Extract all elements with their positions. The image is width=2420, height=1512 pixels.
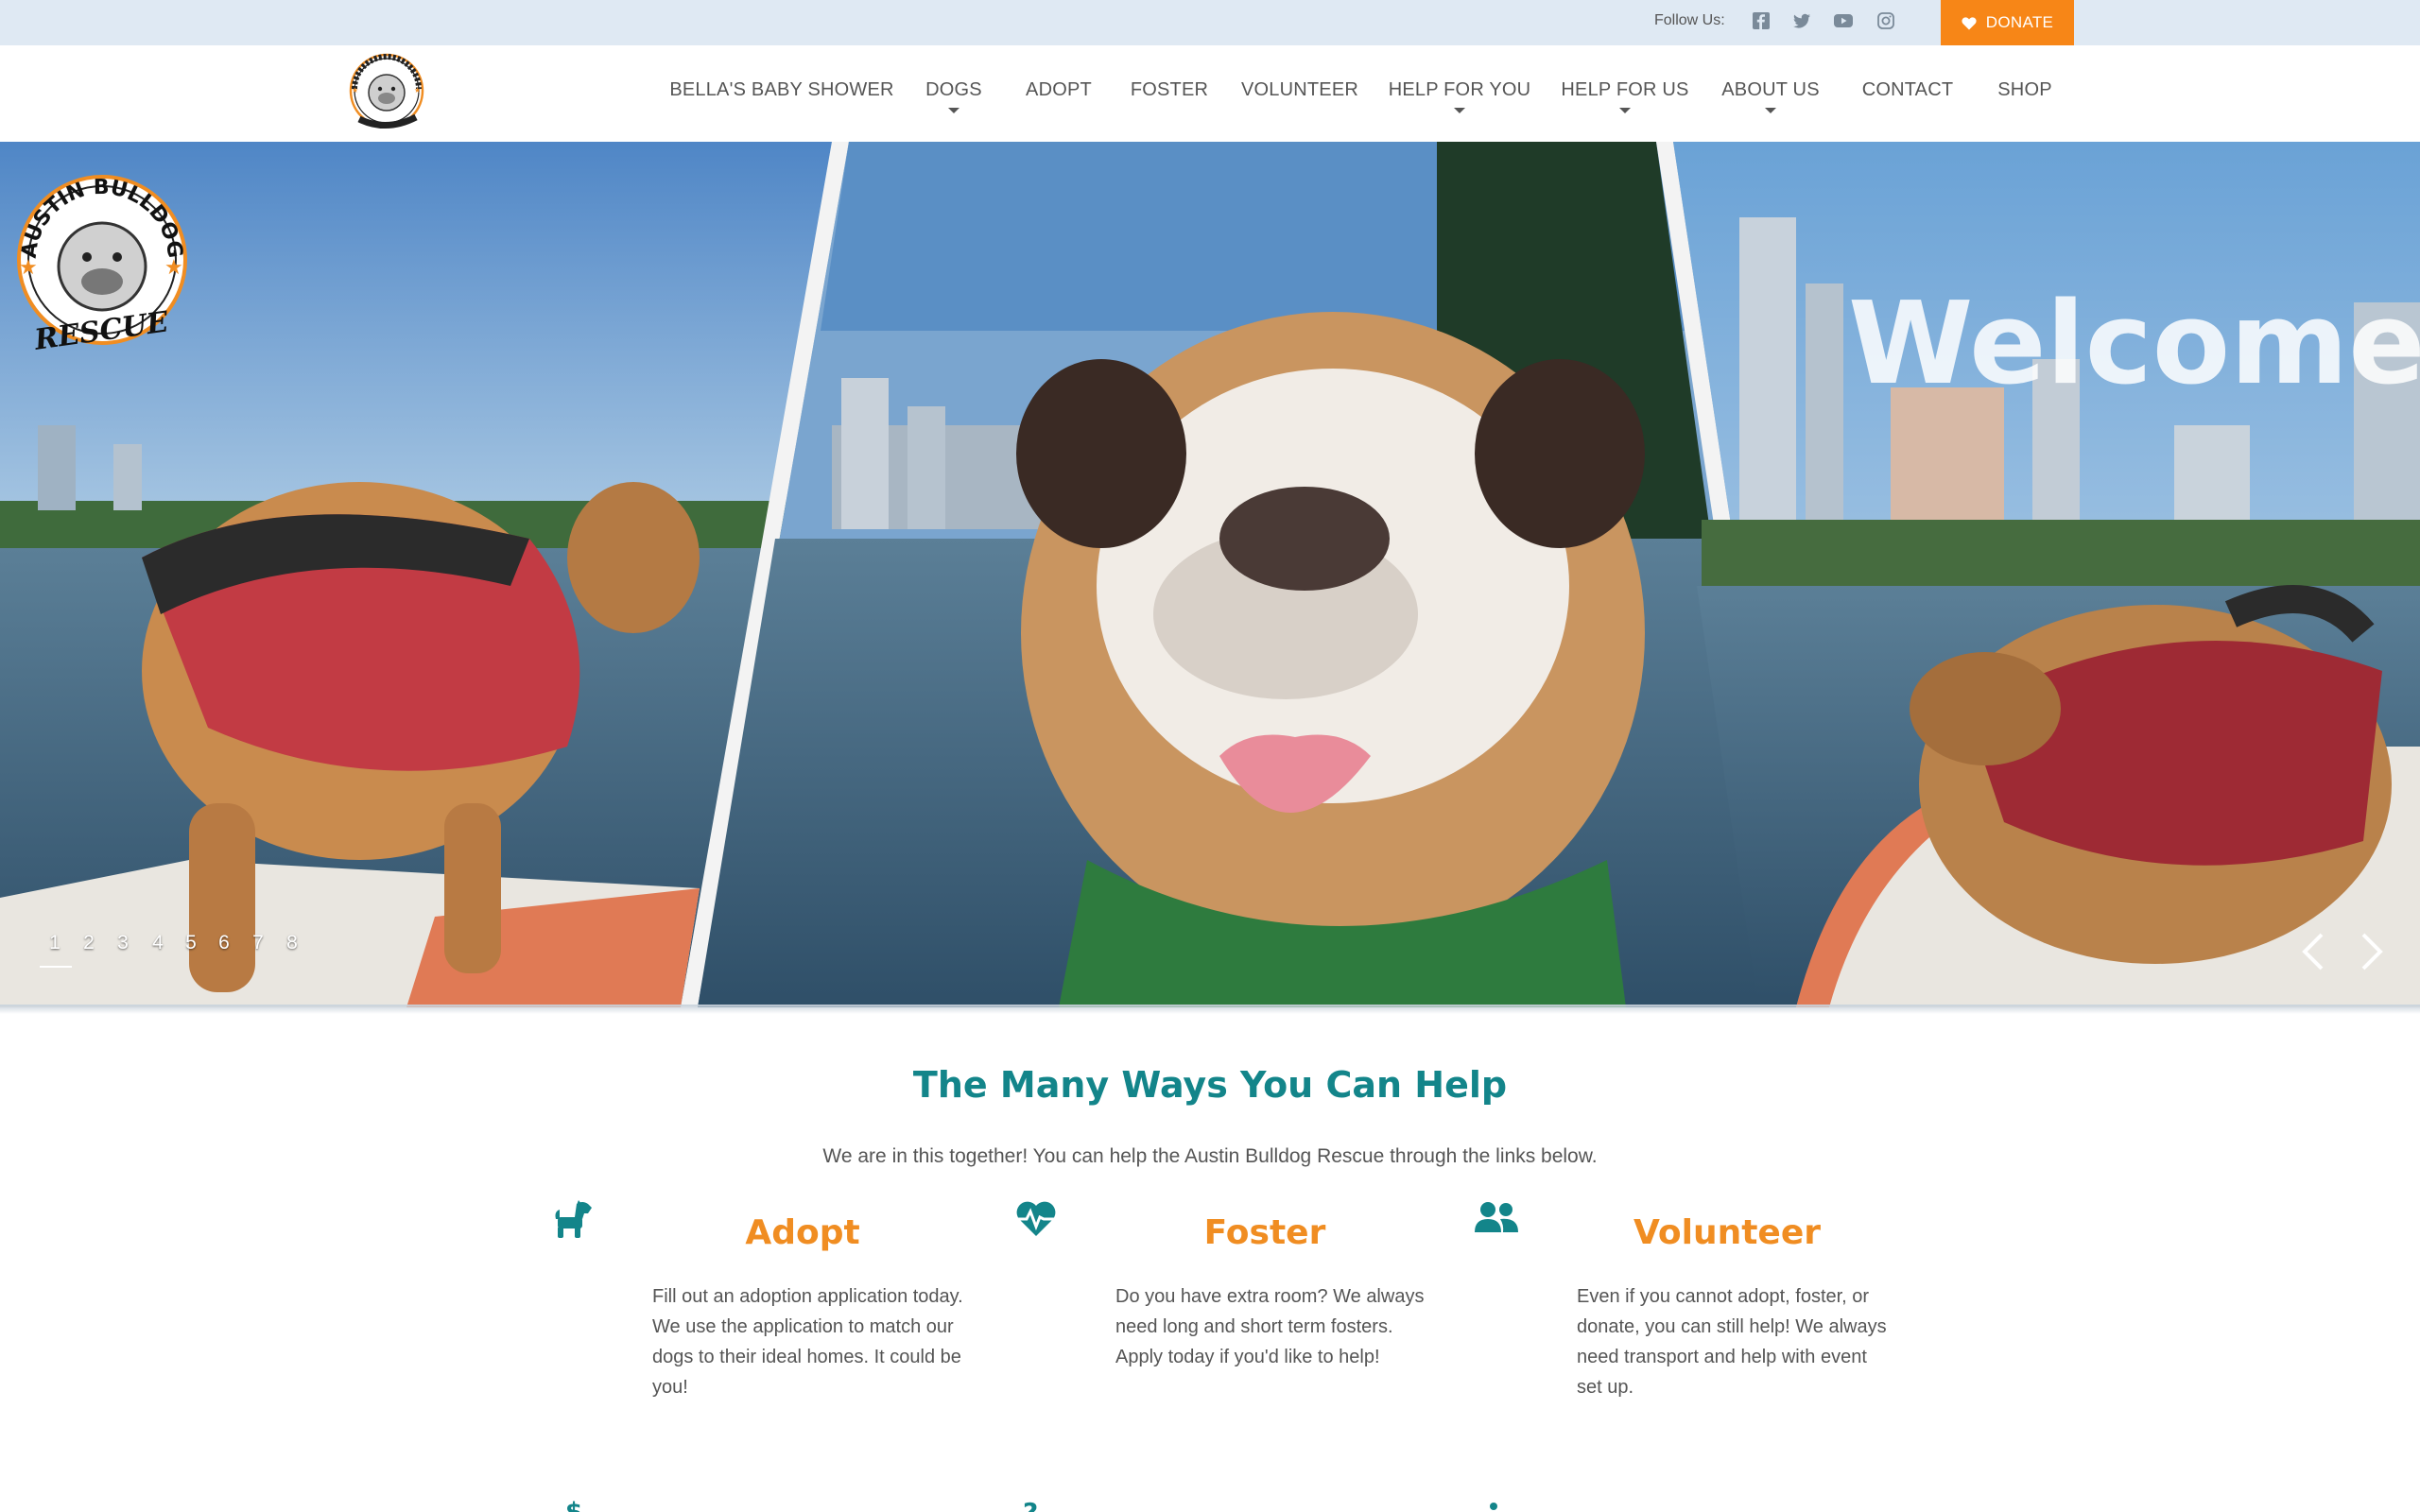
- nav-item-about-us[interactable]: ABOUT US: [1721, 79, 1819, 101]
- volunteer-card-title[interactable]: Volunteer: [1634, 1213, 1821, 1252]
- youtube-icon[interactable]: [1833, 10, 1854, 31]
- svg-text:?: ?: [1023, 1497, 1038, 1512]
- heartbeat-icon: [1016, 1201, 1056, 1236]
- chevron-right-icon[interactable]: [2354, 931, 2388, 972]
- adopt-card-text: Fill out an adoption application today. …: [652, 1286, 963, 1398]
- foster-card-title[interactable]: Foster: [1204, 1213, 1326, 1252]
- chevron-down-icon: [1619, 108, 1631, 113]
- heart-icon: [1962, 16, 1977, 29]
- instagram-icon[interactable]: [1876, 10, 1896, 31]
- chevron-left-icon[interactable]: [2297, 931, 2331, 972]
- slide-dot-7[interactable]: 7: [252, 932, 264, 954]
- nav-item-dogs[interactable]: DOGS: [925, 79, 982, 101]
- question-icon: ?: [1023, 1497, 1038, 1512]
- svg-text:AUSTIN BULLDOG: AUSTIN BULLDOG: [18, 176, 187, 260]
- info-icon: [1490, 1503, 1497, 1510]
- badge-rescue-text: RESCUE: [31, 305, 171, 357]
- adopt-card-title[interactable]: Adopt: [745, 1213, 859, 1252]
- slide-dot-2[interactable]: 2: [83, 932, 95, 954]
- dog-icon: [555, 1200, 592, 1238]
- nav-item-help-for-us[interactable]: HELP FOR US: [1561, 79, 1688, 101]
- volunteer-card-text: Even if you cannot adopt, foster, or don…: [1577, 1286, 1887, 1398]
- austin-bulldog-rescue-logo[interactable]: ★ ★: [346, 51, 427, 136]
- hero-bottom-shadow: [0, 1005, 2420, 1014]
- chevron-down-icon: [948, 108, 959, 113]
- hero-slider[interactable]: Welcome ★ ★ AUSTIN BULLDOG: [0, 142, 2420, 1007]
- hero-welcome-text: Welcome: [1848, 279, 2420, 410]
- twitter-icon[interactable]: [1791, 10, 1812, 31]
- slide-dot-3[interactable]: 3: [117, 932, 129, 954]
- users-icon: [1475, 1202, 1518, 1232]
- hero-slide-image: Welcome ★ ★: [0, 142, 2420, 1007]
- slide-dot-4[interactable]: 4: [152, 932, 164, 954]
- badge-arc-text: AUSTIN BULLDOG: [18, 176, 187, 260]
- follow-us-label: Follow Us:: [1654, 12, 1725, 28]
- nav-item-foster[interactable]: FOSTER: [1131, 79, 1208, 101]
- nav-item-shop[interactable]: SHOP: [1997, 79, 2051, 101]
- site-header: ★ ★ BELLA'S BABY SHOWER DOGS ADOPT FOSTE…: [0, 45, 2420, 142]
- slide-dot-5[interactable]: 5: [185, 932, 197, 954]
- foster-card-text: Do you have extra room? We always need l…: [1115, 1286, 1425, 1367]
- svg-text:★: ★: [414, 86, 421, 94]
- active-slide-indicator: [40, 966, 72, 968]
- nav-item-help-for-you[interactable]: HELP FOR YOU: [1389, 79, 1531, 101]
- nav-item-volunteer[interactable]: VOLUNTEER: [1241, 79, 1358, 101]
- nav-item-adopt[interactable]: ADOPT: [1026, 79, 1092, 101]
- donate-button[interactable]: DONATE: [1941, 0, 2074, 45]
- svg-text:★: ★: [352, 86, 358, 94]
- slide-dot-8[interactable]: 8: [286, 932, 298, 954]
- hero-badge-lettering: AUSTIN BULLDOG RESCUE: [18, 176, 187, 357]
- help-section-title: The Many Ways You Can Help: [912, 1064, 1508, 1106]
- chevron-down-icon: [1765, 108, 1776, 113]
- chevron-down-icon: [1454, 108, 1465, 113]
- slide-dot-1[interactable]: 1: [49, 932, 60, 954]
- facebook-icon[interactable]: [1751, 10, 1772, 31]
- slide-dot-6[interactable]: 6: [218, 932, 230, 954]
- nav-item-bellas-baby-shower[interactable]: BELLA'S BABY SHOWER: [669, 79, 893, 101]
- help-section-intro: We are in this together! You can help th…: [822, 1145, 1598, 1167]
- top-utility-bar: Follow Us: DONATE: [0, 0, 2420, 45]
- donate-label: DONATE: [1985, 13, 2054, 31]
- dollar-icon: $: [565, 1498, 582, 1512]
- svg-text:$: $: [565, 1498, 582, 1512]
- nav-item-contact[interactable]: CONTACT: [1862, 79, 1954, 101]
